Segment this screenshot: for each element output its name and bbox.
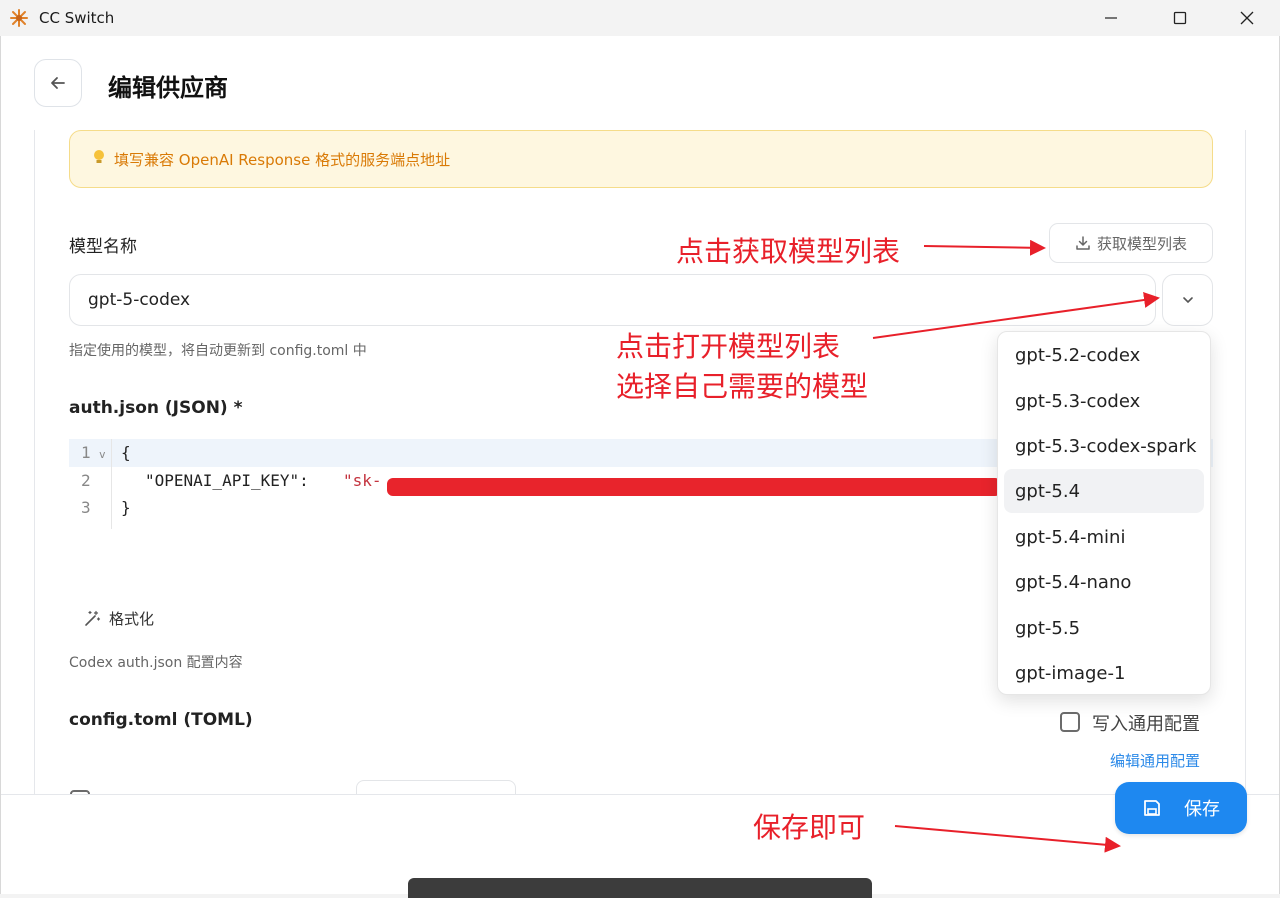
app-logo-icon [10,9,28,27]
model-dropdown-toggle[interactable] [1162,274,1213,326]
fold-chevron-icon[interactable]: v [99,448,106,461]
model-name-label: 模型名称 [69,237,137,257]
minimize-icon [1105,17,1117,19]
model-option-highlighted[interactable]: gpt-5.4 [1004,469,1204,513]
fetch-model-list-label: 获取模型列表 [1096,234,1187,253]
code-key: "OPENAI_API_KEY": [145,471,319,490]
page-header: 编辑供应商 [1,36,1279,130]
code-line-1: { [121,443,131,462]
save-icon [1144,800,1160,816]
model-option[interactable]: gpt-5.2-codex [1004,333,1204,377]
annotation-save: 保存即可 [753,811,866,844]
line-number: 1 [81,443,91,462]
code-value: "sk- [343,471,382,490]
arrow-left-icon [51,77,65,89]
maximize-button[interactable] [1157,0,1203,36]
fetch-model-list-button[interactable]: 获取模型列表 [1049,223,1213,263]
page-title: 编辑供应商 [108,74,228,102]
model-helper-text: 指定使用的模型，将自动更新到 config.toml 中 [69,343,367,359]
maximize-icon [1173,11,1187,25]
write-common-config-label: 写入通用配置 [1092,714,1200,735]
auth-helper-text: Codex auth.json 配置内容 [69,655,243,671]
model-option[interactable]: gpt-5.4-mini [1004,515,1204,559]
model-dropdown-menu: gpt-5.2-codex gpt-5.3-codex gpt-5.3-code… [997,331,1211,695]
close-icon [1240,11,1254,25]
line-number: 3 [81,498,91,517]
model-option[interactable]: gpt-image-1 [1004,651,1204,695]
download-icon [1076,236,1090,250]
hint-text: 填写兼容 OpenAI Response 格式的服务端点地址 [114,150,451,169]
title-bar: CC Switch [0,0,1280,36]
annotation-fetch: 点击获取模型列表 [676,235,901,268]
save-label: 保存 [1184,799,1220,820]
back-button[interactable] [34,59,82,107]
redaction-mark [387,478,1001,496]
model-name-input[interactable]: gpt-5-codex [69,274,1156,326]
close-window-button[interactable] [1224,0,1270,36]
chevron-down-icon [1182,297,1193,304]
format-label: 格式化 [109,610,155,628]
auth-json-label: auth.json (JSON) * [69,398,243,418]
model-option[interactable]: gpt-5.4-nano [1004,560,1204,604]
window-title: CC Switch [39,9,115,27]
write-common-config-checkbox[interactable] [1060,712,1080,732]
config-toml-label: config.toml (TOML) [69,710,253,730]
floating-toolbar[interactable] [408,878,872,898]
magic-wand-icon [85,610,101,626]
endpoint-hint-banner: 填写兼容 OpenAI Response 格式的服务端点地址 [69,130,1213,188]
model-option[interactable]: gpt-5.5 [1004,606,1204,650]
format-button[interactable]: 格式化 [83,608,154,629]
annotation-open-line2: 选择自己需要的模型 [616,370,869,403]
code-line-3: } [121,498,131,517]
annotation-open-line1: 点击打开模型列表 [616,330,841,363]
lightbulb-icon [92,149,106,169]
minimize-button[interactable] [1088,0,1134,36]
model-option[interactable]: gpt-5.3-codex [1004,379,1204,423]
edit-common-config-link[interactable]: 编辑通用配置 [1110,750,1200,771]
line-number: 2 [81,471,91,490]
model-option[interactable]: gpt-5.3-codex-spark [1004,424,1204,468]
save-button[interactable]: 保存 [1115,782,1247,834]
